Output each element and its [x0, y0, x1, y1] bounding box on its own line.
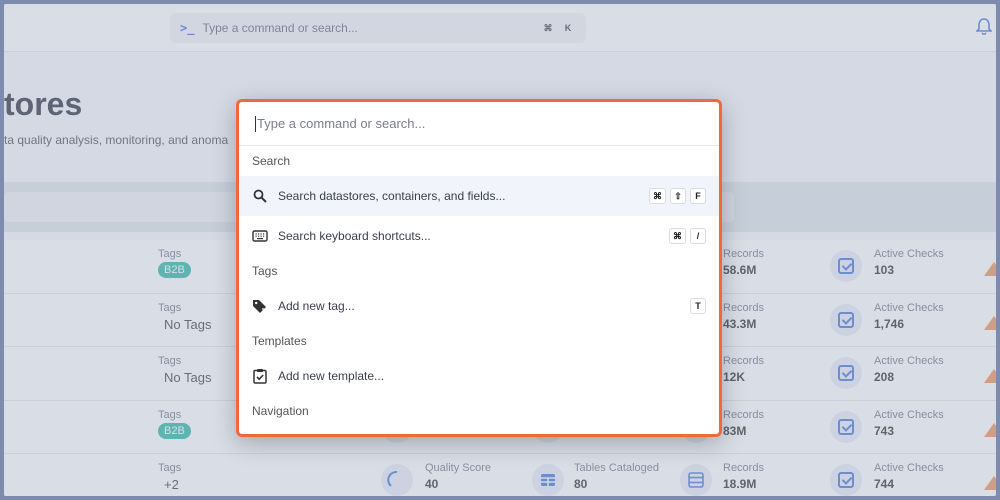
shortcut-key: ⇧ — [670, 188, 686, 204]
command-item[interactable]: Search datastores, containers, and field… — [239, 176, 719, 216]
shortcut-key: ⌘ — [669, 228, 686, 244]
section-heading-navigation: Navigation — [252, 404, 309, 418]
keyboard-icon — [252, 228, 268, 244]
text-caret — [255, 115, 256, 132]
command-item[interactable]: Add new template... — [239, 356, 719, 396]
section-heading-tags: Tags — [252, 264, 278, 278]
tag-add-icon — [252, 298, 268, 314]
command-item-label: Add new tag... — [278, 299, 355, 313]
shortcut-keys: ⌘ ⇧ F — [645, 188, 706, 204]
command-item[interactable]: Search keyboard shortcuts... ⌘ / — [239, 216, 719, 256]
shortcut-keys: ⌘ / — [665, 228, 706, 244]
command-item-label: Add new template... — [278, 369, 385, 383]
command-palette-input[interactable]: Type a command or search... — [239, 102, 719, 146]
command-palette-placeholder: Type a command or search... — [257, 116, 426, 131]
command-item-label: Search datastores, containers, and field… — [278, 189, 506, 203]
command-palette-dialog: Type a command or search... Search Searc… — [236, 99, 722, 437]
section-heading-templates: Templates — [252, 334, 307, 348]
shortcut-key: ⌘ — [649, 188, 666, 204]
clipboard-check-icon — [252, 368, 268, 384]
shortcut-key: F — [690, 188, 706, 204]
search-icon — [252, 188, 268, 204]
section-heading-search: Search — [252, 154, 291, 168]
command-item-label: Search keyboard shortcuts... — [278, 229, 431, 243]
command-palette-list: Search Search datastores, containers, an… — [239, 146, 719, 426]
shortcut-keys: T — [686, 298, 706, 314]
command-item[interactable]: Add new tag... T — [239, 286, 719, 326]
shortcut-key: T — [690, 298, 706, 314]
shortcut-key: / — [690, 228, 706, 244]
